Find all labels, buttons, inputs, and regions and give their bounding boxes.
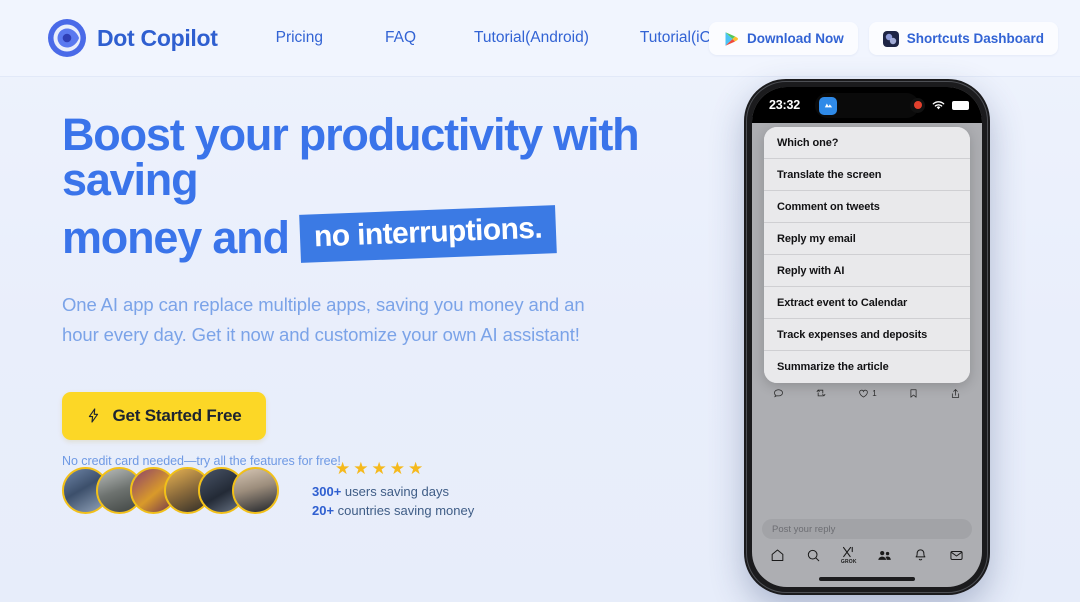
nav-item-pricing[interactable]: Pricing	[276, 29, 323, 47]
tweet-action-bar: 1	[752, 380, 982, 406]
dot-copilot-eye-logo-icon	[48, 19, 86, 57]
get-started-free-button[interactable]: Get Started Free	[62, 391, 266, 440]
page-title: Boost your productivity with saving mone…	[62, 109, 702, 263]
home-icon[interactable]	[770, 548, 785, 563]
download-now-label: Download Now	[746, 31, 844, 46]
phone-mockup: 23:32 1 Which one? Translate the screen …	[744, 79, 990, 595]
menu-item-track-expenses-and-deposits[interactable]: Track expenses and deposits	[764, 319, 970, 351]
countries-count: 20+	[312, 502, 335, 518]
rating-stars: ★★★★★	[335, 459, 427, 478]
menu-item-extract-event-to-calendar[interactable]: Extract event to Calendar	[764, 287, 970, 319]
bottom-nav: GROK	[752, 541, 982, 569]
hero-subtitle: One AI app can replace multiple apps, sa…	[62, 294, 585, 345]
search-icon[interactable]	[806, 548, 821, 563]
brand-logo[interactable]: Dot Copilot	[48, 19, 218, 57]
header-actions: Download Now Shortcuts Dashboard	[708, 22, 1058, 55]
menu-item-comment-on-tweets[interactable]: Comment on tweets	[764, 191, 970, 223]
google-play-icon	[723, 31, 739, 47]
hero-section: Boost your productivity with saving mone…	[62, 112, 702, 468]
get-started-free-label: Get Started Free	[112, 405, 242, 425]
proof-text: ★★★★★ 300+ users saving days 20+ countri…	[312, 460, 474, 521]
site-header: Dot Copilot Pricing FAQ Tutorial(Android…	[0, 0, 1080, 77]
grok-icon[interactable]: GROK	[841, 546, 857, 565]
wifi-icon	[931, 100, 946, 111]
communities-icon[interactable]	[877, 549, 893, 562]
nav-item-faq[interactable]: FAQ	[385, 29, 416, 47]
messages-envelope-icon[interactable]	[949, 548, 964, 563]
headline-line-2: money and no interruptions.	[62, 205, 702, 263]
download-now-button[interactable]: Download Now	[708, 22, 858, 55]
headline-line-2-prefix: money and	[62, 212, 290, 263]
dynamic-island	[815, 93, 919, 118]
notifications-bell-icon[interactable]	[913, 548, 928, 563]
headline-highlight: no interruptions.	[298, 205, 557, 263]
status-time: 23:32	[769, 98, 800, 112]
share-icon[interactable]	[950, 388, 961, 399]
apple-shortcuts-icon	[882, 30, 899, 47]
countries-label: countries saving money	[334, 502, 475, 518]
retweet-icon[interactable]	[815, 387, 827, 399]
shortcuts-dashboard-button[interactable]: Shortcuts Dashboard	[868, 22, 1058, 55]
like-count: 1	[872, 388, 877, 398]
users-label: users saving days	[341, 484, 449, 499]
bookmark-icon[interactable]	[908, 388, 919, 399]
nav-item-tutorial-android[interactable]: Tutorial(Android)	[474, 29, 589, 47]
battery-icon	[952, 100, 969, 110]
avatar-group	[62, 466, 279, 514]
shortcut-menu-sheet: Which one? Translate the screen Comment …	[764, 127, 970, 383]
avatar	[232, 466, 279, 514]
brand-name: Dot Copilot	[97, 24, 218, 51]
proof-line-countries: 20+ countries saving money	[312, 502, 474, 521]
menu-item-which-one[interactable]: Which one?	[764, 127, 970, 159]
home-indicator	[819, 577, 915, 581]
shortcuts-dashboard-label: Shortcuts Dashboard	[906, 31, 1044, 46]
social-proof: ★★★★★ 300+ users saving days 20+ countri…	[62, 460, 474, 521]
record-dot-icon	[910, 97, 925, 113]
grok-label: GROK	[840, 558, 857, 565]
menu-item-translate-the-screen[interactable]: Translate the screen	[764, 159, 970, 191]
app-icon	[819, 96, 837, 115]
status-indicators	[910, 87, 969, 123]
reply-icon[interactable]	[773, 388, 784, 399]
post-reply-placeholder: Post your reply	[772, 523, 836, 535]
proof-line-users: 300+ users saving days	[312, 483, 474, 502]
status-bar: 23:32	[752, 87, 982, 123]
post-reply-input[interactable]: Post your reply	[762, 519, 972, 539]
like-icon[interactable]: 1	[858, 388, 877, 399]
users-count: 300+	[312, 484, 342, 499]
menu-item-summarize-the-article[interactable]: Summarize the article	[764, 351, 970, 383]
menu-item-reply-my-email[interactable]: Reply my email	[764, 223, 970, 255]
phone-screen: 23:32 1 Which one? Translate the screen …	[752, 87, 982, 587]
menu-item-reply-with-ai[interactable]: Reply with AI	[764, 255, 970, 287]
lightning-bolt-icon	[86, 408, 102, 424]
landing-page: Dot Copilot Pricing FAQ Tutorial(Android…	[0, 0, 1080, 602]
headline-line-1: Boost your productivity with saving	[62, 109, 640, 205]
